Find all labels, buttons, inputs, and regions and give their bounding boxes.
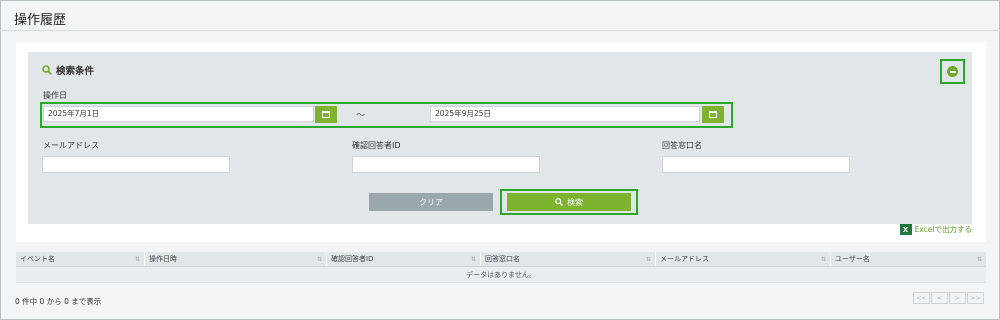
operation-date-label: 操作日 <box>43 91 67 100</box>
table-header-row: イベント名 ⇅ 操作日時 ⇅ 確認回答者ID ⇅ 回答窓口名 ⇅ メールアドレス ⇅ ユー… <box>16 252 986 267</box>
confirm-responder-id-input[interactable] <box>352 156 540 173</box>
table-empty-message: データはありません。 <box>16 267 986 283</box>
column-header-desk-name[interactable]: 回答窓口名 ⇅ <box>481 252 656 266</box>
search-button[interactable]: 検索 <box>507 193 631 211</box>
page-title: 操作履歴 <box>14 13 67 28</box>
pager-next-button[interactable]: > <box>949 292 966 304</box>
column-header-event-name[interactable]: イベント名 ⇅ <box>16 252 145 266</box>
minus-circle-icon[interactable] <box>947 66 958 77</box>
results-table: イベント名 ⇅ 操作日時 ⇅ 確認回答者ID ⇅ 回答窓口名 ⇅ メールアドレス ⇅ ユー… <box>16 252 986 283</box>
pager-prev-button[interactable]: < <box>931 292 948 304</box>
record-count-text: 0 件中 0 から 0 まで表示 <box>15 297 102 306</box>
date-to-input[interactable]: 2025年9月25日 <box>430 106 700 122</box>
search-panel-header: 検索条件 <box>42 63 94 77</box>
pager-last-button[interactable]: >> <box>967 292 984 304</box>
column-header-operation-datetime[interactable]: 操作日時 ⇅ <box>145 252 327 266</box>
desk-name-label: 回答窓口名 <box>662 141 702 150</box>
sort-icon: ⇅ <box>470 256 476 263</box>
search-icon <box>42 65 52 75</box>
pager-first-button[interactable]: << <box>913 292 930 304</box>
date-to-calendar-button[interactable] <box>702 106 724 123</box>
excel-export-link[interactable]: X Excelで出力する <box>899 224 972 235</box>
confirm-responder-id-label: 確認回答者ID <box>352 141 401 150</box>
sort-icon: ⇅ <box>820 256 826 263</box>
calendar-icon <box>709 111 717 118</box>
sort-icon: ⇅ <box>134 256 140 263</box>
search-panel-title: 検索条件 <box>56 66 95 77</box>
column-header-email[interactable]: メールアドレス ⇅ <box>656 252 831 266</box>
pagination: << < > >> <box>913 292 984 304</box>
calendar-icon <box>322 111 330 118</box>
desk-name-input[interactable] <box>662 156 850 173</box>
search-icon <box>555 198 563 206</box>
column-header-user-name[interactable]: ユーザー名 ⇅ <box>831 252 986 266</box>
email-label: メールアドレス <box>43 141 99 150</box>
date-from-calendar-button[interactable] <box>315 106 337 123</box>
sort-icon: ⇅ <box>645 256 651 263</box>
column-header-confirm-responder-id[interactable]: 確認回答者ID ⇅ <box>327 252 481 266</box>
sort-icon: ⇅ <box>976 256 982 263</box>
title-divider <box>0 30 1000 31</box>
date-from-input[interactable]: 2025年7月1日 <box>43 106 314 122</box>
email-input[interactable] <box>42 156 230 173</box>
clear-button[interactable]: クリア <box>369 193 493 211</box>
excel-export-label: Excelで出力する <box>914 225 972 234</box>
search-button-label: 検索 <box>567 197 583 207</box>
date-range-separator: ～ <box>356 111 366 121</box>
sort-icon: ⇅ <box>316 256 322 263</box>
excel-icon: X <box>899 224 912 235</box>
